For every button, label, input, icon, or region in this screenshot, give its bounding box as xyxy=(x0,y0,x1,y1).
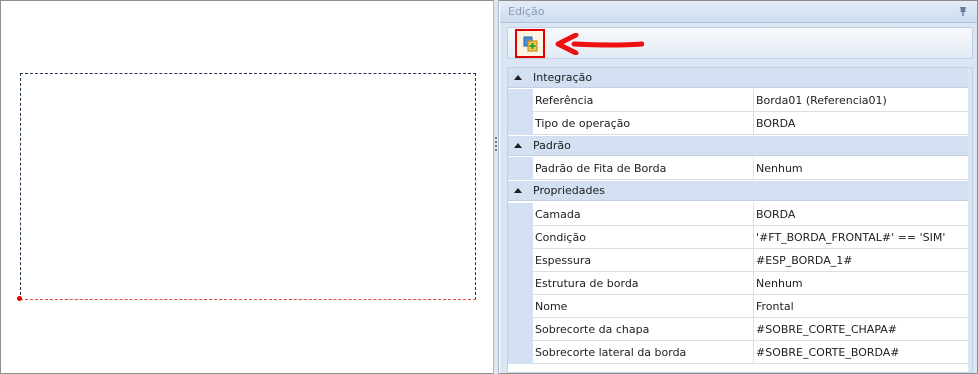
pin-icon[interactable] xyxy=(957,5,969,17)
row-gutter xyxy=(508,272,533,295)
row-gutter xyxy=(508,112,533,135)
property-value[interactable]: BORDA xyxy=(754,112,972,135)
category-propriedades[interactable]: Propriedades xyxy=(508,181,972,201)
chevron-up-icon[interactable] xyxy=(514,74,522,80)
row-gutter xyxy=(508,89,533,112)
panel-title: Edição xyxy=(508,5,545,18)
selected-shape-rectangle[interactable] xyxy=(20,73,476,300)
property-name: Padrão de Fita de Borda xyxy=(533,157,754,180)
origin-point xyxy=(17,296,22,301)
property-row[interactable]: Espessura #ESP_BORDA_1# xyxy=(508,249,972,272)
property-row[interactable]: Camada BORDA xyxy=(508,203,972,226)
category-padrao[interactable]: Padrão xyxy=(508,136,972,156)
property-value[interactable]: Nenhum xyxy=(754,272,972,295)
selected-edge-line[interactable] xyxy=(20,299,476,300)
property-name: Condição xyxy=(533,226,754,249)
edit-panel: Edição Integração Referência Borda01 (Re… xyxy=(500,1,977,373)
property-value[interactable]: BORDA xyxy=(754,203,972,226)
property-name: Espessura xyxy=(533,249,754,272)
annotation-arrow xyxy=(555,33,644,55)
category-integracao[interactable]: Integração xyxy=(508,68,972,88)
category-label: Propriedades xyxy=(533,184,605,197)
property-value[interactable]: Nenhum xyxy=(754,157,972,180)
property-value[interactable]: Borda01 (Referencia01) xyxy=(754,89,972,112)
splitter-grip-icon[interactable] xyxy=(495,137,497,153)
chevron-up-icon[interactable] xyxy=(514,187,522,193)
property-name: Camada xyxy=(533,203,754,226)
property-name: Sobrecorte da chapa xyxy=(533,318,754,341)
grid-scrollbar[interactable] xyxy=(968,68,972,372)
property-grid: Integração Referência Borda01 (Referenci… xyxy=(507,67,973,373)
property-value[interactable]: #ESP_BORDA_1# xyxy=(754,249,972,272)
row-gutter xyxy=(508,318,533,341)
property-name: Nome xyxy=(533,295,754,318)
property-name: Estrutura de borda xyxy=(533,272,754,295)
chevron-up-icon[interactable] xyxy=(514,142,522,148)
drawing-canvas[interactable] xyxy=(1,1,493,373)
property-row[interactable]: Sobrecorte lateral da borda #SOBRE_CORTE… xyxy=(508,341,972,364)
property-row[interactable]: Tipo de operação BORDA xyxy=(508,112,972,135)
row-gutter xyxy=(508,157,533,180)
row-gutter xyxy=(508,203,533,226)
property-name: Referência xyxy=(533,89,754,112)
row-gutter xyxy=(508,226,533,249)
panel-toolbar xyxy=(507,27,973,59)
property-value[interactable]: Frontal xyxy=(754,295,972,318)
property-value[interactable]: #SOBRE_CORTE_BORDA# xyxy=(754,341,972,364)
property-row[interactable]: Condição '#FT_BORDA_FRONTAL#' == 'SIM' xyxy=(508,226,972,249)
category-label: Padrão xyxy=(533,139,571,152)
category-label: Integração xyxy=(533,71,593,84)
property-name: Tipo de operação xyxy=(533,112,754,135)
panel-header: Edição xyxy=(500,1,977,23)
property-row[interactable]: Padrão de Fita de Borda Nenhum xyxy=(508,157,972,180)
property-row[interactable]: Sobrecorte da chapa #SOBRE_CORTE_CHAPA# xyxy=(508,318,972,341)
property-value[interactable]: #SOBRE_CORTE_CHAPA# xyxy=(754,318,972,341)
property-row[interactable]: Nome Frontal xyxy=(508,295,972,318)
row-gutter xyxy=(508,249,533,272)
row-gutter xyxy=(508,341,533,364)
row-gutter xyxy=(508,295,533,318)
add-layer-icon xyxy=(523,36,538,52)
property-value[interactable]: '#FT_BORDA_FRONTAL#' == 'SIM' xyxy=(754,226,972,249)
property-row[interactable]: Estrutura de borda Nenhum xyxy=(508,272,972,295)
add-operation-button[interactable] xyxy=(515,29,545,58)
property-row[interactable]: Referência Borda01 (Referencia01) xyxy=(508,89,972,112)
panel-splitter[interactable] xyxy=(493,0,499,374)
property-name: Sobrecorte lateral da borda xyxy=(533,341,754,364)
